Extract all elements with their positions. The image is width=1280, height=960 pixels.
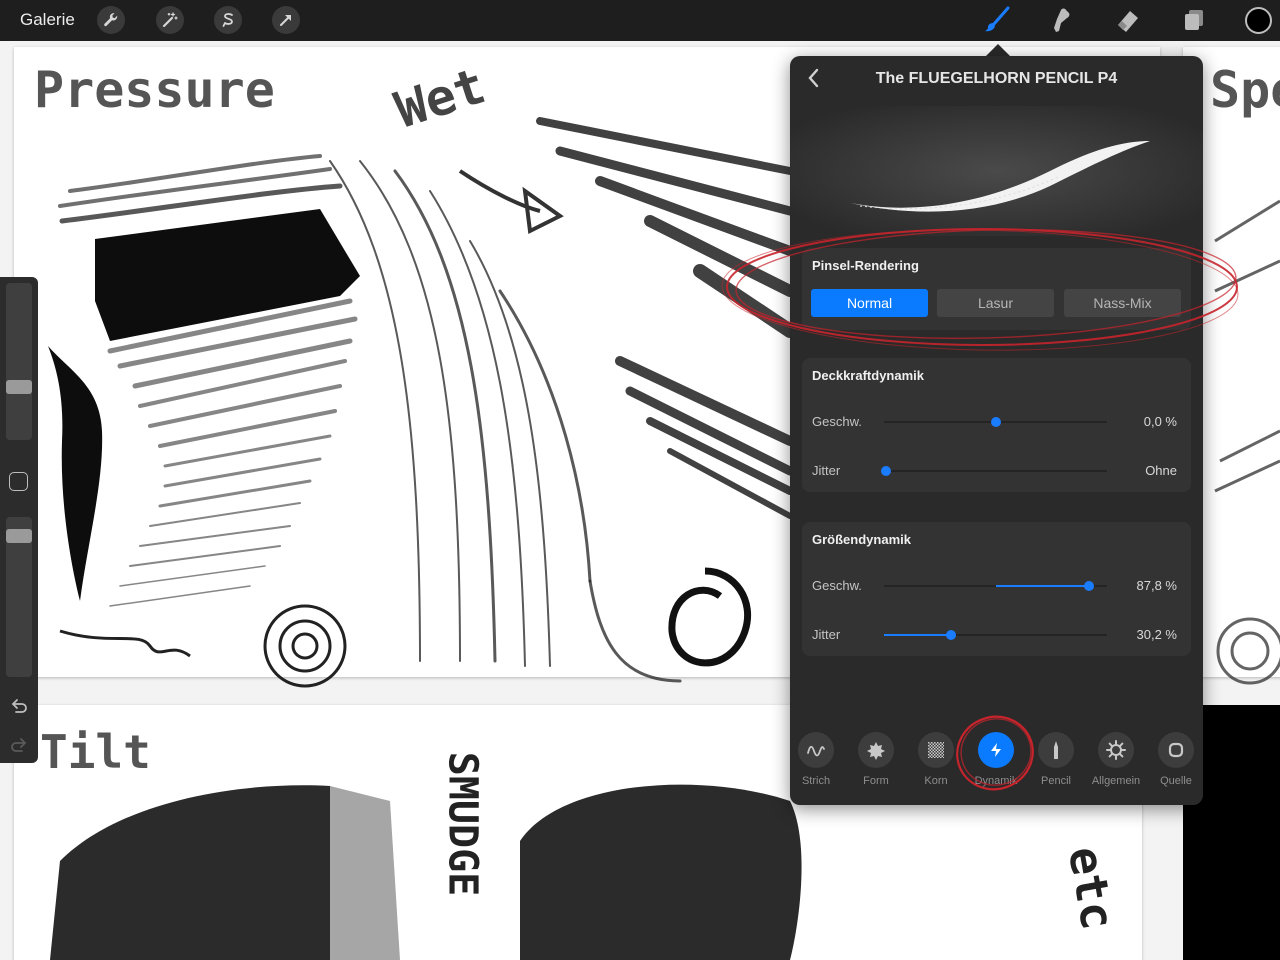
lightning-icon [991, 743, 1001, 757]
tab-label: Dynamik [974, 775, 1018, 787]
brush-stroke-preview [790, 106, 1203, 236]
tab-label: Form [863, 775, 889, 787]
slider-knob[interactable] [990, 417, 1001, 427]
brush-size-thumb[interactable] [6, 380, 32, 395]
layers-icon[interactable] [1179, 5, 1209, 35]
rendering-section-title: Pinsel-Rendering [812, 258, 919, 273]
wrench-icon[interactable] [97, 6, 125, 34]
back-chevron-icon[interactable] [802, 66, 826, 90]
tab-source[interactable]: Quelle [1146, 732, 1203, 794]
magic-wand-icon[interactable] [156, 6, 184, 34]
stroke-icon [807, 745, 825, 757]
brush-size-slider[interactable] [6, 283, 32, 440]
slider-fill [884, 634, 951, 636]
source-icon [1168, 742, 1184, 758]
size-speed-label: Geschw. [812, 578, 862, 593]
redo-icon[interactable] [8, 735, 30, 757]
opacity-jitter-label: Jitter [812, 463, 841, 478]
brush-studio-panel: The FLUEGELHORN PENCIL P4 Pinsel-Renderi… [790, 56, 1203, 805]
tab-label: Pencil [1041, 775, 1071, 787]
size-jitter-label: Jitter [812, 627, 841, 642]
canvas-label-smudge: SMUDGE [439, 751, 486, 897]
gear-icon [1106, 740, 1126, 760]
size-speed-slider[interactable] [884, 581, 1107, 591]
opacity-dynamics-title: Deckkraftdynamik [812, 368, 924, 383]
opacity-dynamics-section: Deckkraftdynamik Geschw. 0,0 % Jitter Oh… [802, 358, 1191, 492]
modify-button[interactable] [9, 472, 28, 491]
pencil-icon [1054, 741, 1058, 759]
opacity-slider[interactable] [6, 517, 32, 677]
canvas-label-tilt: Tilt [40, 725, 151, 779]
slider-knob[interactable] [945, 630, 956, 640]
rendering-normal-button[interactable]: Normal [811, 289, 928, 317]
rendering-wet-mix-button[interactable]: Nass-Mix [1064, 289, 1181, 317]
rendering-glaze-button[interactable]: Lasur [937, 289, 1054, 317]
size-speed-value: 87,8 % [1136, 578, 1177, 593]
canvas-label-pressure: Pressure [34, 61, 275, 119]
color-swatch[interactable] [1245, 7, 1272, 34]
top-toolbar: Galerie [0, 0, 1280, 41]
selection-icon[interactable] [214, 6, 242, 34]
opacity-speed-value: 0,0 % [1143, 414, 1177, 429]
tab-shape[interactable]: Form [846, 732, 906, 794]
eraser-icon[interactable] [1113, 5, 1143, 35]
slider-fill [995, 585, 1090, 587]
panel-pointer [986, 44, 1010, 56]
size-jitter-slider[interactable] [884, 630, 1107, 640]
tab-pencil[interactable]: Pencil [1026, 732, 1086, 794]
shape-icon [867, 742, 885, 760]
slider-knob[interactable] [1084, 581, 1095, 591]
opacity-speed-label: Geschw. [812, 414, 862, 429]
brush-name: The FLUEGELHORN PENCIL P4 [875, 70, 1118, 87]
tab-label: Allgemein [1091, 775, 1141, 787]
transform-arrow-icon[interactable] [272, 6, 300, 34]
tab-grain[interactable]: Korn [906, 732, 966, 794]
gallery-link[interactable]: Galerie [20, 10, 75, 30]
tab-stroke[interactable]: Strich [790, 732, 846, 794]
opacity-jitter-slider[interactable] [881, 466, 1107, 476]
size-dynamics-section: Größendynamik Geschw. 87,8 % Jitter 30,2… [802, 522, 1191, 656]
left-sidebar [0, 277, 38, 763]
slider-knob[interactable] [881, 466, 892, 476]
opacity-jitter-value: Ohne [1145, 463, 1177, 478]
undo-icon[interactable] [8, 696, 30, 718]
tab-label: Korn [924, 775, 948, 787]
rendering-section: Pinsel-Rendering Normal Lasur Nass-Mix [802, 248, 1191, 330]
tab-dynamics[interactable]: Dynamik [966, 732, 1026, 794]
tab-label: Quelle [1160, 775, 1192, 787]
size-jitter-value: 30,2 % [1136, 627, 1177, 642]
size-dynamics-title: Größendynamik [812, 532, 911, 547]
tab-label: Strich [801, 775, 831, 787]
canvas-label-speed: Spe [1210, 61, 1280, 119]
smudge-icon[interactable] [1047, 5, 1077, 35]
tab-general[interactable]: Allgemein [1086, 732, 1146, 794]
grain-icon [928, 742, 944, 758]
brush-icon[interactable] [982, 5, 1012, 35]
opacity-speed-slider[interactable] [884, 417, 1107, 427]
opacity-thumb[interactable] [6, 528, 32, 543]
brush-settings-tabs: Strich Form Korn Dynamik Pencil Allgemei… [790, 732, 1203, 802]
